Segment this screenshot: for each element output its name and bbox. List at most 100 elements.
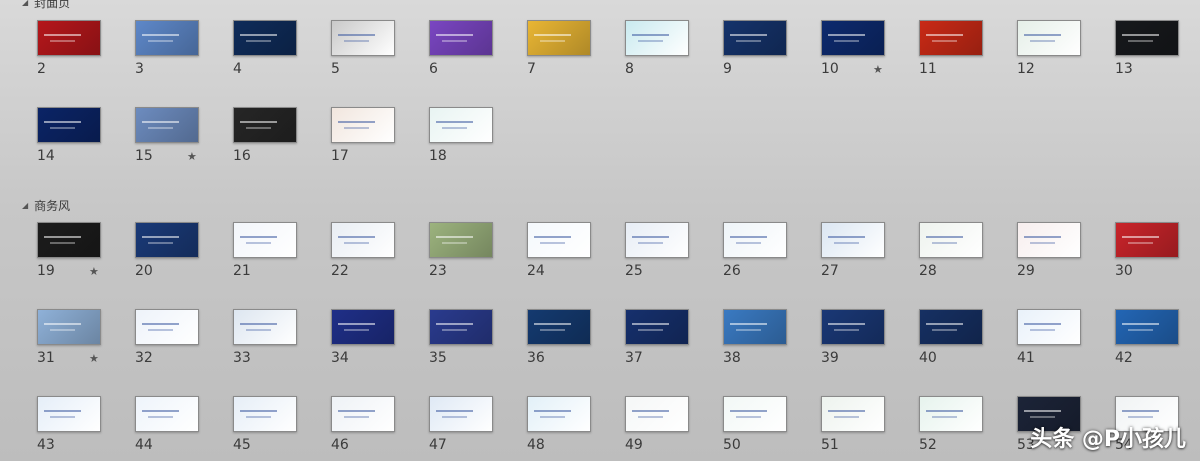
slide-number: 33 [233, 350, 251, 366]
slide-thumbnail[interactable] [429, 107, 493, 143]
slide-thumbnail[interactable] [233, 396, 297, 432]
slide-thumbnail[interactable] [233, 222, 297, 258]
slide-thumbnail[interactable] [919, 222, 983, 258]
slide-number: 11 [919, 61, 937, 77]
slide-thumbnail[interactable] [331, 309, 395, 345]
slide-thumbnail[interactable] [37, 20, 101, 56]
slide-number: 32 [135, 350, 153, 366]
slide-number: 2 [37, 61, 46, 77]
slide-thumbnail[interactable] [135, 20, 199, 56]
slide-number: 35 [429, 350, 447, 366]
slide-thumbnail[interactable] [37, 396, 101, 432]
slide-number: 50 [723, 437, 741, 453]
slide-thumbnail[interactable] [233, 309, 297, 345]
slide-number: 51 [821, 437, 839, 453]
slide-number: 17 [331, 148, 349, 164]
slide-number: 39 [821, 350, 839, 366]
slide-thumbnail[interactable] [1115, 309, 1179, 345]
slide-number: 31 [37, 350, 55, 366]
slide-thumbnail[interactable] [135, 222, 199, 258]
slide-thumbnail[interactable] [1017, 222, 1081, 258]
slide-number: 47 [429, 437, 447, 453]
slide-number: 4 [233, 61, 242, 77]
slide-number: 41 [1017, 350, 1035, 366]
section-header[interactable]: ◢ 封面页 [22, 0, 70, 11]
slide-thumbnail[interactable] [429, 309, 493, 345]
slide-thumbnail[interactable] [625, 309, 689, 345]
slide-thumbnail[interactable] [919, 20, 983, 56]
slide-thumbnail[interactable] [723, 20, 787, 56]
slide-thumbnail[interactable] [1115, 20, 1179, 56]
slide-thumbnail[interactable] [723, 309, 787, 345]
animation-star-icon: ★ [89, 352, 99, 365]
slide-thumbnail[interactable] [919, 396, 983, 432]
slide-number: 46 [331, 437, 349, 453]
slide-thumbnail[interactable] [37, 222, 101, 258]
slide-thumbnail[interactable] [331, 107, 395, 143]
slide-thumbnail[interactable] [135, 107, 199, 143]
slide-number: 7 [527, 61, 536, 77]
section-title: 商务风 [34, 199, 71, 213]
animation-star-icon: ★ [89, 265, 99, 278]
slide-number: 14 [37, 148, 55, 164]
slide-thumbnail[interactable] [331, 20, 395, 56]
slide-number: 20 [135, 263, 153, 279]
slide-thumbnail[interactable] [625, 396, 689, 432]
animation-star-icon: ★ [873, 63, 883, 76]
slide-number: 3 [135, 61, 144, 77]
slide-thumbnail[interactable] [135, 396, 199, 432]
slide-thumbnail[interactable] [625, 222, 689, 258]
slide-thumbnail[interactable] [723, 396, 787, 432]
slide-number: 10 [821, 61, 839, 77]
slide-thumbnail[interactable] [331, 222, 395, 258]
slide-thumbnail[interactable] [821, 20, 885, 56]
slide-thumbnail[interactable] [527, 20, 591, 56]
slide-number: 23 [429, 263, 447, 279]
slide-thumbnail[interactable] [821, 222, 885, 258]
slide-number: 12 [1017, 61, 1035, 77]
slide-number: 6 [429, 61, 438, 77]
section-header[interactable]: ◢ 商务风 [22, 197, 70, 214]
slide-thumbnail[interactable] [527, 396, 591, 432]
slide-thumbnail[interactable] [1017, 309, 1081, 345]
watermark-text: 头条 @P小孩儿 [1030, 427, 1186, 452]
slide-thumbnail[interactable] [527, 309, 591, 345]
collapse-triangle-icon[interactable]: ◢ [22, 0, 28, 7]
slide-thumbnail[interactable] [1115, 222, 1179, 258]
slide-thumbnail[interactable] [37, 309, 101, 345]
slide-number: 52 [919, 437, 937, 453]
slide-thumbnail[interactable] [821, 309, 885, 345]
slide-number: 15 [135, 148, 153, 164]
slide-number: 21 [233, 263, 251, 279]
slide-thumbnail[interactable] [919, 309, 983, 345]
slide-number: 43 [37, 437, 55, 453]
slide-thumbnail[interactable] [429, 20, 493, 56]
slide-number: 34 [331, 350, 349, 366]
slide-thumbnail[interactable] [429, 396, 493, 432]
slide-thumbnail[interactable] [233, 20, 297, 56]
slide-number: 29 [1017, 263, 1035, 279]
slide-number: 36 [527, 350, 545, 366]
collapse-triangle-icon[interactable]: ◢ [22, 201, 28, 210]
slide-number: 16 [233, 148, 251, 164]
slide-number: 8 [625, 61, 634, 77]
slide-thumbnail[interactable] [135, 309, 199, 345]
slide-thumbnail[interactable] [37, 107, 101, 143]
slide-thumbnail[interactable] [331, 396, 395, 432]
slide-number: 13 [1115, 61, 1133, 77]
slide-number: 27 [821, 263, 839, 279]
slide-thumbnail[interactable] [625, 20, 689, 56]
slide-number: 48 [527, 437, 545, 453]
slide-number: 19 [37, 263, 55, 279]
section-title: 封面页 [34, 0, 71, 10]
slide-thumbnail[interactable] [429, 222, 493, 258]
slide-thumbnail[interactable] [1017, 20, 1081, 56]
slide-thumbnail[interactable] [233, 107, 297, 143]
slide-thumbnail[interactable] [821, 396, 885, 432]
slide-number: 22 [331, 263, 349, 279]
slide-number: 5 [331, 61, 340, 77]
slide-number: 25 [625, 263, 643, 279]
slide-thumbnail[interactable] [527, 222, 591, 258]
slide-number: 9 [723, 61, 732, 77]
slide-thumbnail[interactable] [723, 222, 787, 258]
